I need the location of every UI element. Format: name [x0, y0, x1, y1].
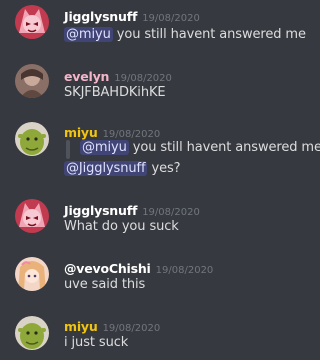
message-header: @vevoChishi 19/08/2020: [64, 258, 213, 277]
message-text: SKJFBAHDKihKE: [64, 85, 166, 100]
shrek-avatar-icon[interactable]: [15, 316, 49, 350]
author-name[interactable]: Jigglysnuff: [64, 203, 137, 218]
author-name[interactable]: miyu: [64, 125, 98, 140]
chat-message: evelyn 19/08/2020 SKJFBAHDKihKE: [0, 60, 312, 106]
hazbin-character-avatar-icon[interactable]: [15, 5, 49, 39]
chat-message: @vevoChishi 19/08/2020 uve said this: [0, 252, 312, 300]
message-header: Jigglysnuff 19/08/2020: [64, 200, 200, 219]
quoted-text: @miyu you still havent answered me: [80, 140, 320, 155]
message-body: you still havent answered me: [112, 27, 306, 42]
anime-girl-avatar-icon[interactable]: [15, 257, 49, 291]
author-name[interactable]: miyu: [64, 319, 98, 334]
author-name[interactable]: @vevoChishi: [64, 261, 151, 276]
chat-message: miyu 19/08/2020 @miyu you still havent an…: [0, 116, 320, 184]
quote-body: you still havent answered me: [128, 140, 320, 155]
message-text: uve said this: [64, 277, 145, 292]
timestamp: 19/08/2020: [155, 265, 214, 276]
message-text: @Jigglysnuff yes?: [64, 161, 181, 176]
user-mention[interactable]: @miyu: [80, 140, 129, 155]
chat-message: Jigglysnuff 19/08/2020 What do you suck: [0, 194, 312, 242]
timestamp: 19/08/2020: [102, 323, 161, 334]
message-header: evelyn 19/08/2020: [64, 66, 172, 85]
message-body: i just suck: [64, 335, 129, 350]
chat-message: Jigglysnuff 19/08/2020 @miyu you still ha…: [0, 0, 312, 50]
message-body: SKJFBAHDKihKE: [64, 85, 166, 100]
message-body: What do you suck: [64, 219, 179, 234]
timestamp: 19/08/2020: [114, 73, 172, 84]
message-header: miyu 19/08/2020: [64, 316, 160, 335]
quote-bar: [66, 140, 70, 159]
message-header: Jigglysnuff 19/08/2020: [64, 6, 200, 25]
timestamp: 19/08/2020: [102, 129, 161, 140]
author-name[interactable]: Jigglysnuff: [64, 9, 137, 24]
message-text: i just suck: [64, 335, 128, 350]
message-header: miyu 19/08/2020: [64, 122, 160, 141]
user-mention[interactable]: @Jigglysnuff: [64, 161, 148, 176]
user-mention[interactable]: @miyu: [64, 27, 113, 42]
message-text: @miyu you still havent answered me: [64, 27, 306, 42]
chat-message: miyu 19/08/2020 i just suck: [0, 310, 312, 360]
message-text: What do you suck: [64, 219, 179, 234]
shrek-avatar-icon[interactable]: [15, 122, 49, 156]
message-body: yes?: [147, 161, 181, 176]
author-name[interactable]: evelyn: [64, 69, 109, 84]
timestamp: 19/08/2020: [142, 13, 200, 24]
message-body: uve said this: [64, 277, 146, 292]
timestamp: 19/08/2020: [142, 207, 200, 218]
blurred-person-avatar-icon[interactable]: [15, 64, 49, 98]
hazbin-character-avatar-icon[interactable]: [15, 199, 49, 233]
